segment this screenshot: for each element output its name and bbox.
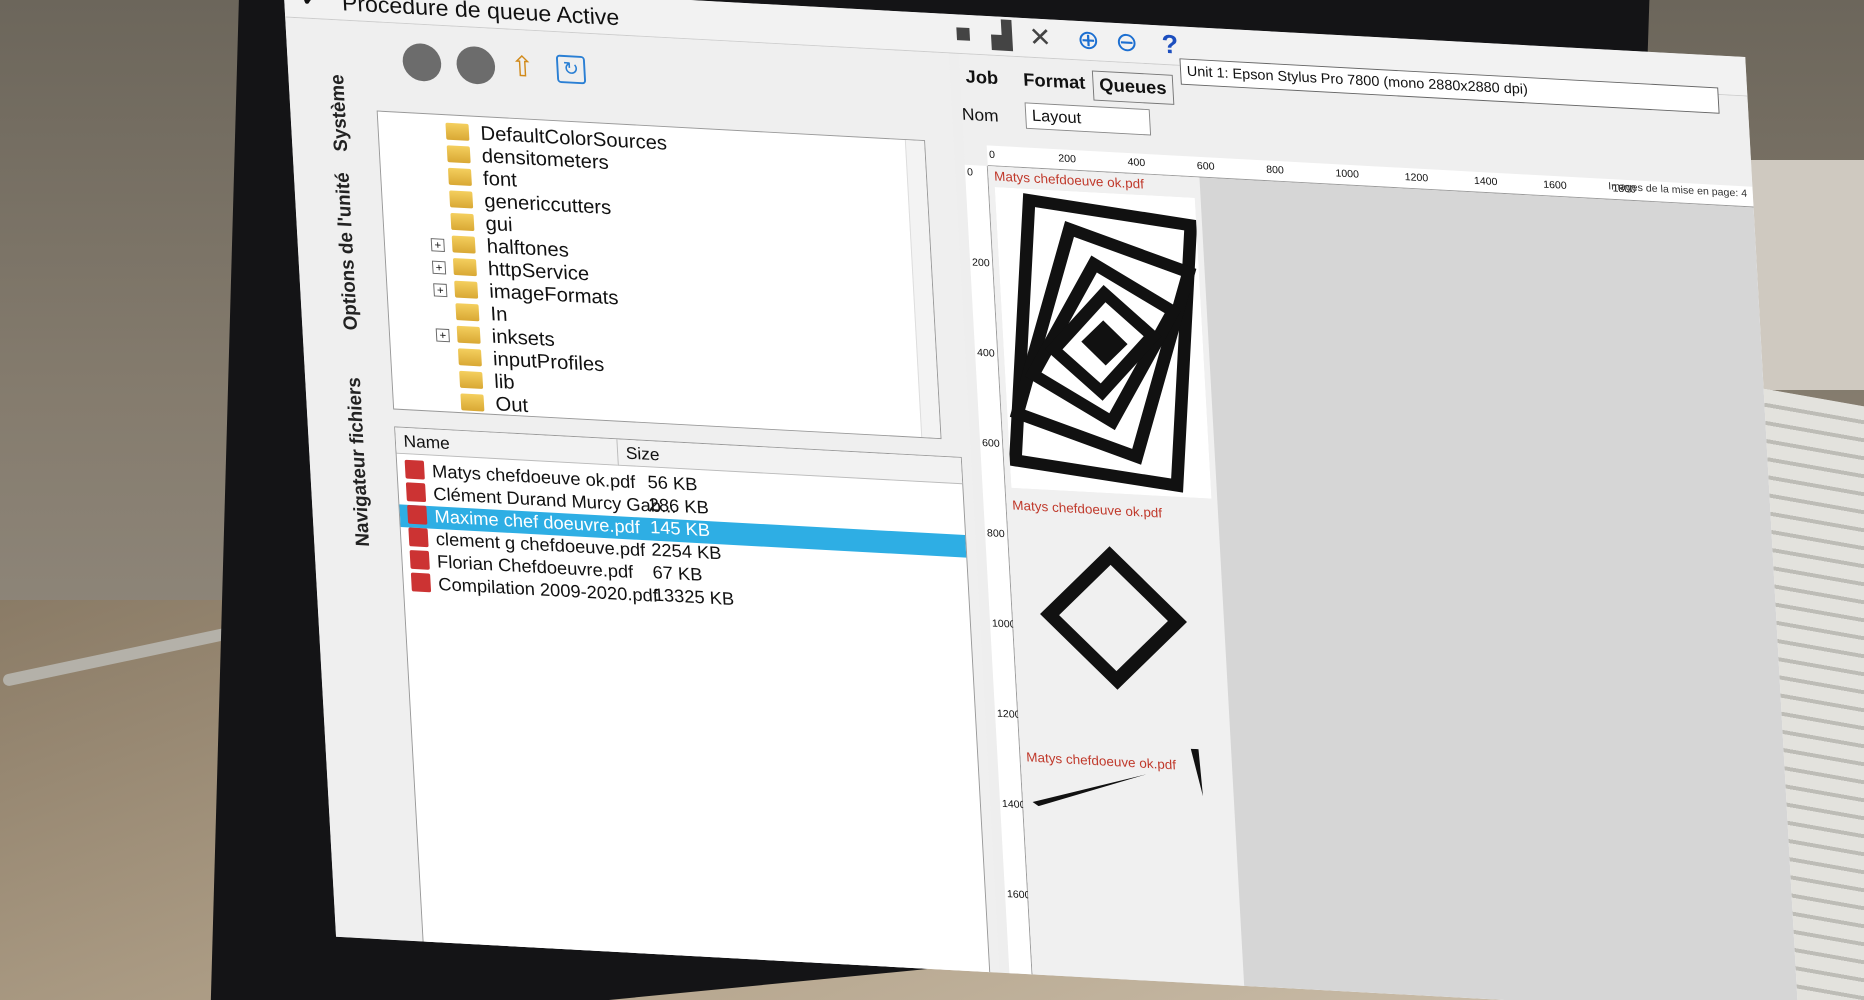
- tree-item-label: imageFormats: [488, 280, 619, 310]
- tab-systeme[interactable]: Système: [327, 74, 353, 153]
- ruler-tick-label: 1400: [1473, 175, 1498, 188]
- left-panel: Système Options de l'unité Navigateur fi…: [285, 17, 1000, 984]
- tree-item-label: gui: [484, 212, 514, 236]
- ruler-tick-label: 800: [1265, 164, 1285, 177]
- pdf-file-icon: [408, 527, 429, 548]
- tree-scrollbar[interactable]: [904, 140, 941, 439]
- tree-item-label: In: [489, 303, 508, 326]
- up-folder-icon[interactable]: ⇧: [510, 50, 536, 84]
- file-size: 2254 KB: [650, 540, 722, 565]
- folder-icon: [450, 212, 475, 232]
- check-icon: ✔: [301, 0, 320, 12]
- pdf-file-icon: [404, 459, 425, 480]
- ruler-tick-label: 200: [1058, 152, 1077, 166]
- ruler-tick-label: 400: [1127, 156, 1146, 169]
- ruler-tick-label: 1000: [1335, 167, 1360, 181]
- folder-icon: [445, 122, 470, 141]
- folder-icon: [454, 280, 479, 299]
- folder-icon: [449, 190, 474, 209]
- folder-icon: [451, 235, 476, 254]
- layout-images-label: Images de la mise en page: 4: [1607, 180, 1748, 200]
- delete-icon[interactable]: ✕: [1024, 22, 1056, 54]
- folder-icon: [457, 348, 482, 367]
- tab-queues[interactable]: Queues: [1091, 70, 1175, 105]
- tree-item-label: halftones: [486, 235, 570, 262]
- file-size: 67 KB: [652, 563, 703, 586]
- navigation-icons: ⇧ ↻: [401, 42, 635, 101]
- folder-icon: [455, 303, 480, 322]
- folder-icon: [447, 167, 472, 186]
- ruler-tick-label: 0: [966, 166, 974, 179]
- ruler-tick-label: 400: [976, 347, 996, 360]
- pdf-file-icon: [405, 482, 427, 503]
- expand-icon[interactable]: +: [433, 283, 448, 298]
- forward-icon[interactable]: [455, 45, 497, 86]
- placed-image-spiral[interactable]: [994, 187, 1212, 499]
- tab-job[interactable]: Job: [959, 63, 1005, 94]
- folder-icon: [452, 258, 477, 277]
- help-icon[interactable]: ?: [1154, 29, 1186, 61]
- ruler-tick-label: 0: [988, 149, 996, 161]
- tree-item-label: lib: [493, 370, 516, 394]
- tree-item[interactable]: Out: [460, 392, 529, 420]
- file-size: 56 KB: [647, 472, 698, 496]
- expand-icon[interactable]: +: [430, 238, 445, 252]
- folder-tree[interactable]: DefaultColorSources densitometers font gene…: [376, 110, 942, 440]
- tree-item-label: font: [482, 167, 518, 192]
- stop-icon[interactable]: ■: [947, 18, 979, 50]
- file-size: 145 KB: [649, 517, 711, 541]
- ruler-tick-label: 1200: [1404, 171, 1429, 185]
- pdf-file-icon: [409, 549, 430, 570]
- tab-navigateur-fichiers[interactable]: Navigateur fichiers: [343, 377, 374, 547]
- nom-label: Nom: [961, 104, 1000, 126]
- refresh-icon[interactable]: ↻: [555, 54, 587, 85]
- file-list: Name Size Matys chefdoeuve ok.pdf 56 KB Cl…: [394, 426, 991, 984]
- tab-format[interactable]: Format: [1017, 66, 1092, 98]
- folder-icon: [459, 370, 484, 389]
- placed-image-wedge[interactable]: [1029, 740, 1225, 816]
- ruler-tick-label: 200: [971, 257, 991, 270]
- tab-options-unite[interactable]: Options de l'unité: [332, 172, 363, 331]
- folder-icon: [456, 325, 481, 344]
- layout-page: Matys chefdoeuve ok.pdf Matys chefdoeuve…: [987, 166, 1245, 986]
- column-header-name[interactable]: Name: [395, 427, 618, 466]
- expand-icon[interactable]: +: [435, 328, 450, 343]
- crop-icon[interactable]: ▟: [985, 20, 1017, 52]
- expand-icon[interactable]: +: [431, 260, 447, 275]
- folder-icon: [460, 393, 485, 412]
- folder-icon: [446, 145, 471, 164]
- monitor-screen: ✔ Procédure de queue Active ■ ▟ ✕ ⊕ ⊖ ? …: [283, 0, 1799, 1000]
- nom-input[interactable]: Layout: [1024, 102, 1152, 136]
- placed-image-diamond[interactable]: [1027, 534, 1199, 703]
- back-icon[interactable]: [401, 42, 443, 83]
- job-panel: Job Format Queues Unit 1: Epson Stylus P…: [958, 53, 1799, 1000]
- ruler-tick-label: 800: [986, 527, 1006, 540]
- tree-item-label: inksets: [491, 325, 556, 351]
- pdf-file-icon: [410, 572, 432, 593]
- zoom-in-icon[interactable]: ⊕: [1072, 24, 1104, 56]
- tree-item-label: Out: [494, 393, 529, 417]
- zoom-out-icon[interactable]: ⊖: [1111, 26, 1143, 58]
- placed-image-label-2: Matys chefdoeuve ok.pdf: [1011, 497, 1163, 521]
- file-size: 286 KB: [648, 495, 710, 519]
- layout-canvas[interactable]: Matys chefdoeuve ok.pdf Matys chefdoeuve…: [987, 166, 1799, 1000]
- file-size: 13325 KB: [653, 585, 735, 610]
- ruler-tick-label: 1600: [1542, 179, 1568, 192]
- pdf-file-icon: [407, 504, 428, 525]
- ruler-tick-label: 600: [1196, 160, 1215, 173]
- ruler-tick-label: 600: [981, 437, 1001, 450]
